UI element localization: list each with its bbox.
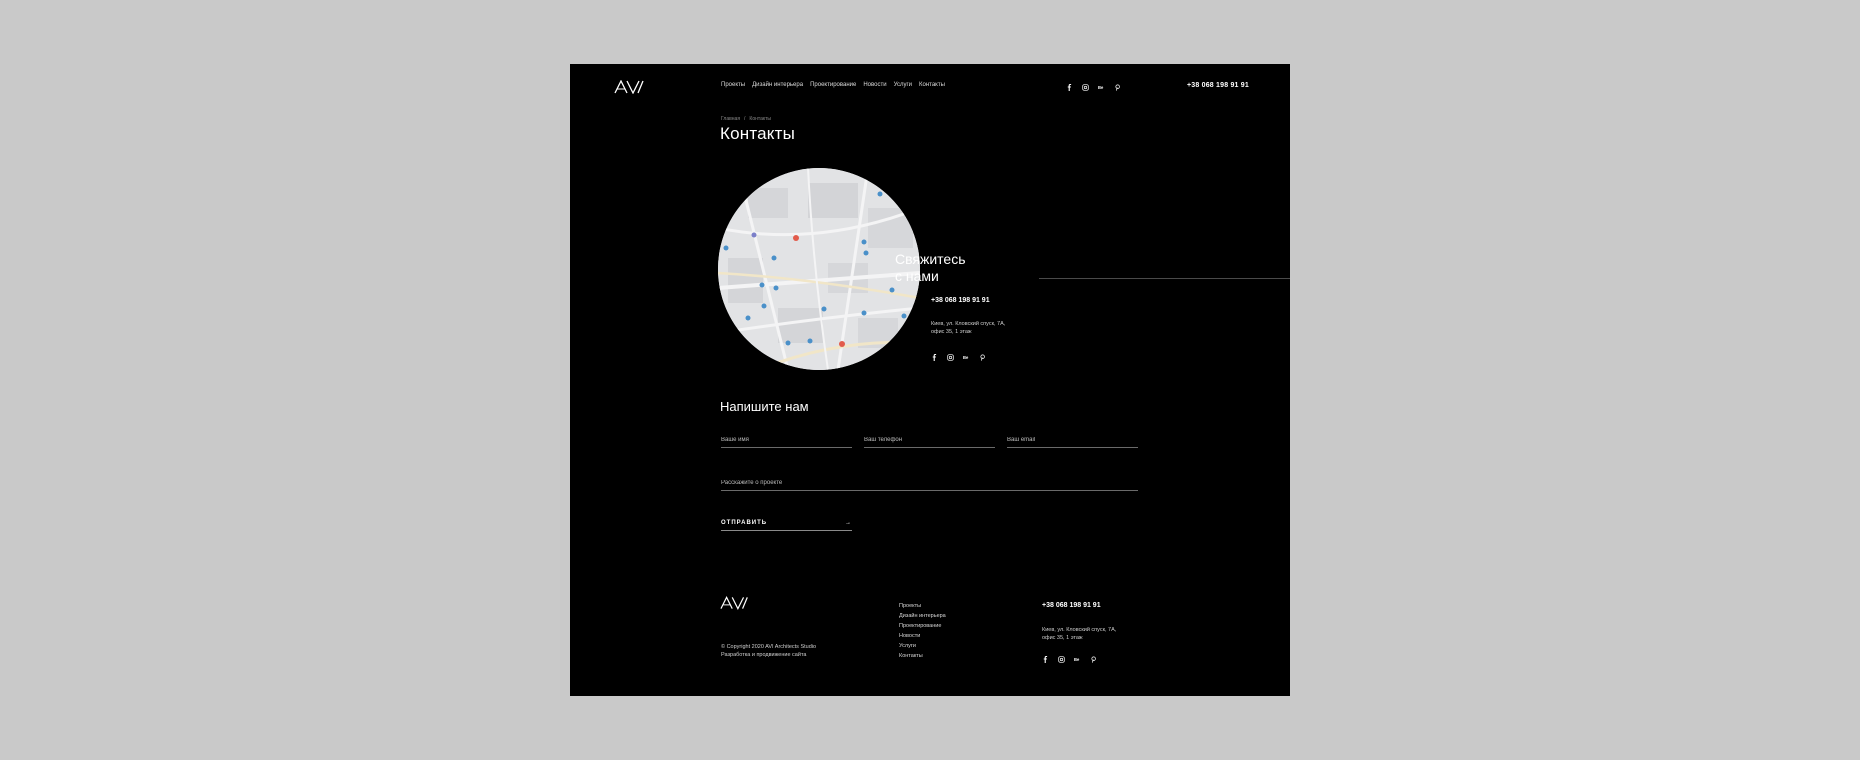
nav-item-projects[interactable]: Проекты xyxy=(721,80,745,90)
contacts-page: Проекты Дизайн интерьера Проектирование … xyxy=(570,64,1290,696)
footer-nav-news[interactable]: Новости xyxy=(899,631,946,641)
footer-address-line2: офис 35, 1 этаж xyxy=(1042,635,1083,641)
footer-address: Киев, ул. Кловский спуск, 7А, офис 35, 1… xyxy=(1042,626,1132,642)
nav-item-architecture[interactable]: Проектирование xyxy=(810,80,856,90)
location-map[interactable] xyxy=(718,168,920,370)
footer-nav-projects[interactable]: Проекты xyxy=(899,601,946,611)
footer-nav-interior-design[interactable]: Дизайн интерьера xyxy=(899,611,946,621)
behance-icon[interactable]: Be xyxy=(963,354,970,361)
copyright-text: © Copyright 2020 AVI Architects Studio xyxy=(721,644,817,650)
facebook-icon[interactable] xyxy=(1066,84,1073,91)
submit-button[interactable]: ОТПРАВИТЬ → xyxy=(721,519,852,531)
main-nav: Проекты Дизайн интерьера Проектирование … xyxy=(721,80,945,90)
arrow-right-icon: → xyxy=(845,519,852,526)
facebook-icon[interactable] xyxy=(931,354,938,361)
pinterest-icon[interactable] xyxy=(979,354,986,361)
breadcrumb-separator: / xyxy=(744,116,746,122)
section-divider xyxy=(1039,278,1290,279)
pinterest-icon[interactable] xyxy=(1114,84,1121,91)
project-input[interactable] xyxy=(721,480,1138,491)
phone-input[interactable] xyxy=(864,437,995,448)
header-social-links: Be xyxy=(1066,84,1121,91)
contact-heading-line1: Свяжитесь xyxy=(895,251,966,267)
contact-address-line2: офис 35, 1 этаж xyxy=(931,329,972,335)
developer-link[interactable]: Разработка и продвижение сайта xyxy=(721,652,816,660)
contact-social-links: Be xyxy=(931,354,986,361)
footer-address-line1: Киев, ул. Кловский спуск, 7А, xyxy=(1042,627,1117,633)
email-input[interactable] xyxy=(1007,437,1138,448)
facebook-icon[interactable] xyxy=(1042,656,1049,663)
avi-logo[interactable] xyxy=(614,80,648,94)
map-graphic xyxy=(718,168,920,370)
submit-label: ОТПРАВИТЬ xyxy=(721,519,768,526)
contact-address: Киев, ул. Кловский спуск, 7А, офис 35, 1… xyxy=(931,320,1021,336)
footer-nav-contacts[interactable]: Контакты xyxy=(899,651,946,661)
footer-nav-services[interactable]: Услуги xyxy=(899,641,946,651)
contact-heading-line2: с нами xyxy=(895,268,939,284)
svg-text:Be: Be xyxy=(1074,657,1080,662)
instagram-icon[interactable] xyxy=(947,354,954,361)
header-phone[interactable]: +38 068 198 91 91 xyxy=(1187,82,1249,89)
nav-item-interior-design[interactable]: Дизайн интерьера xyxy=(752,80,803,90)
breadcrumb-home[interactable]: Главная xyxy=(721,116,740,122)
behance-icon[interactable]: Be xyxy=(1098,84,1105,91)
form-heading: Напишите нам xyxy=(720,399,809,414)
contact-heading: Свяжитесь с нами xyxy=(895,251,1015,285)
footer-nav: Проекты Дизайн интерьера Проектирование … xyxy=(899,601,946,661)
behance-icon[interactable]: Be xyxy=(1074,656,1081,663)
breadcrumb-current: Контакты xyxy=(749,116,772,122)
svg-text:Be: Be xyxy=(1098,85,1104,90)
page-title: Контакты xyxy=(720,124,796,143)
footer-phone[interactable]: +38 068 198 91 91 xyxy=(1042,602,1101,609)
instagram-icon[interactable] xyxy=(1058,656,1065,663)
contact-address-line1: Киев, ул. Кловский спуск, 7А, xyxy=(931,321,1006,327)
svg-text:Be: Be xyxy=(963,355,969,360)
nav-item-services[interactable]: Услуги xyxy=(894,80,912,90)
footer-copyright: © Copyright 2020 AVI Architects Studio Р… xyxy=(721,644,816,659)
instagram-icon[interactable] xyxy=(1082,84,1089,91)
footer-social-links: Be xyxy=(1042,656,1097,663)
nav-item-contacts[interactable]: Контакты xyxy=(919,80,945,90)
contact-phone[interactable]: +38 068 198 91 91 xyxy=(931,297,990,304)
nav-item-news[interactable]: Новости xyxy=(863,80,886,90)
pinterest-icon[interactable] xyxy=(1090,656,1097,663)
name-input[interactable] xyxy=(721,437,852,448)
footer-nav-architecture[interactable]: Проектирование xyxy=(899,621,946,631)
footer-avi-logo[interactable] xyxy=(720,596,752,610)
breadcrumb: Главная / Контакты xyxy=(721,116,771,122)
